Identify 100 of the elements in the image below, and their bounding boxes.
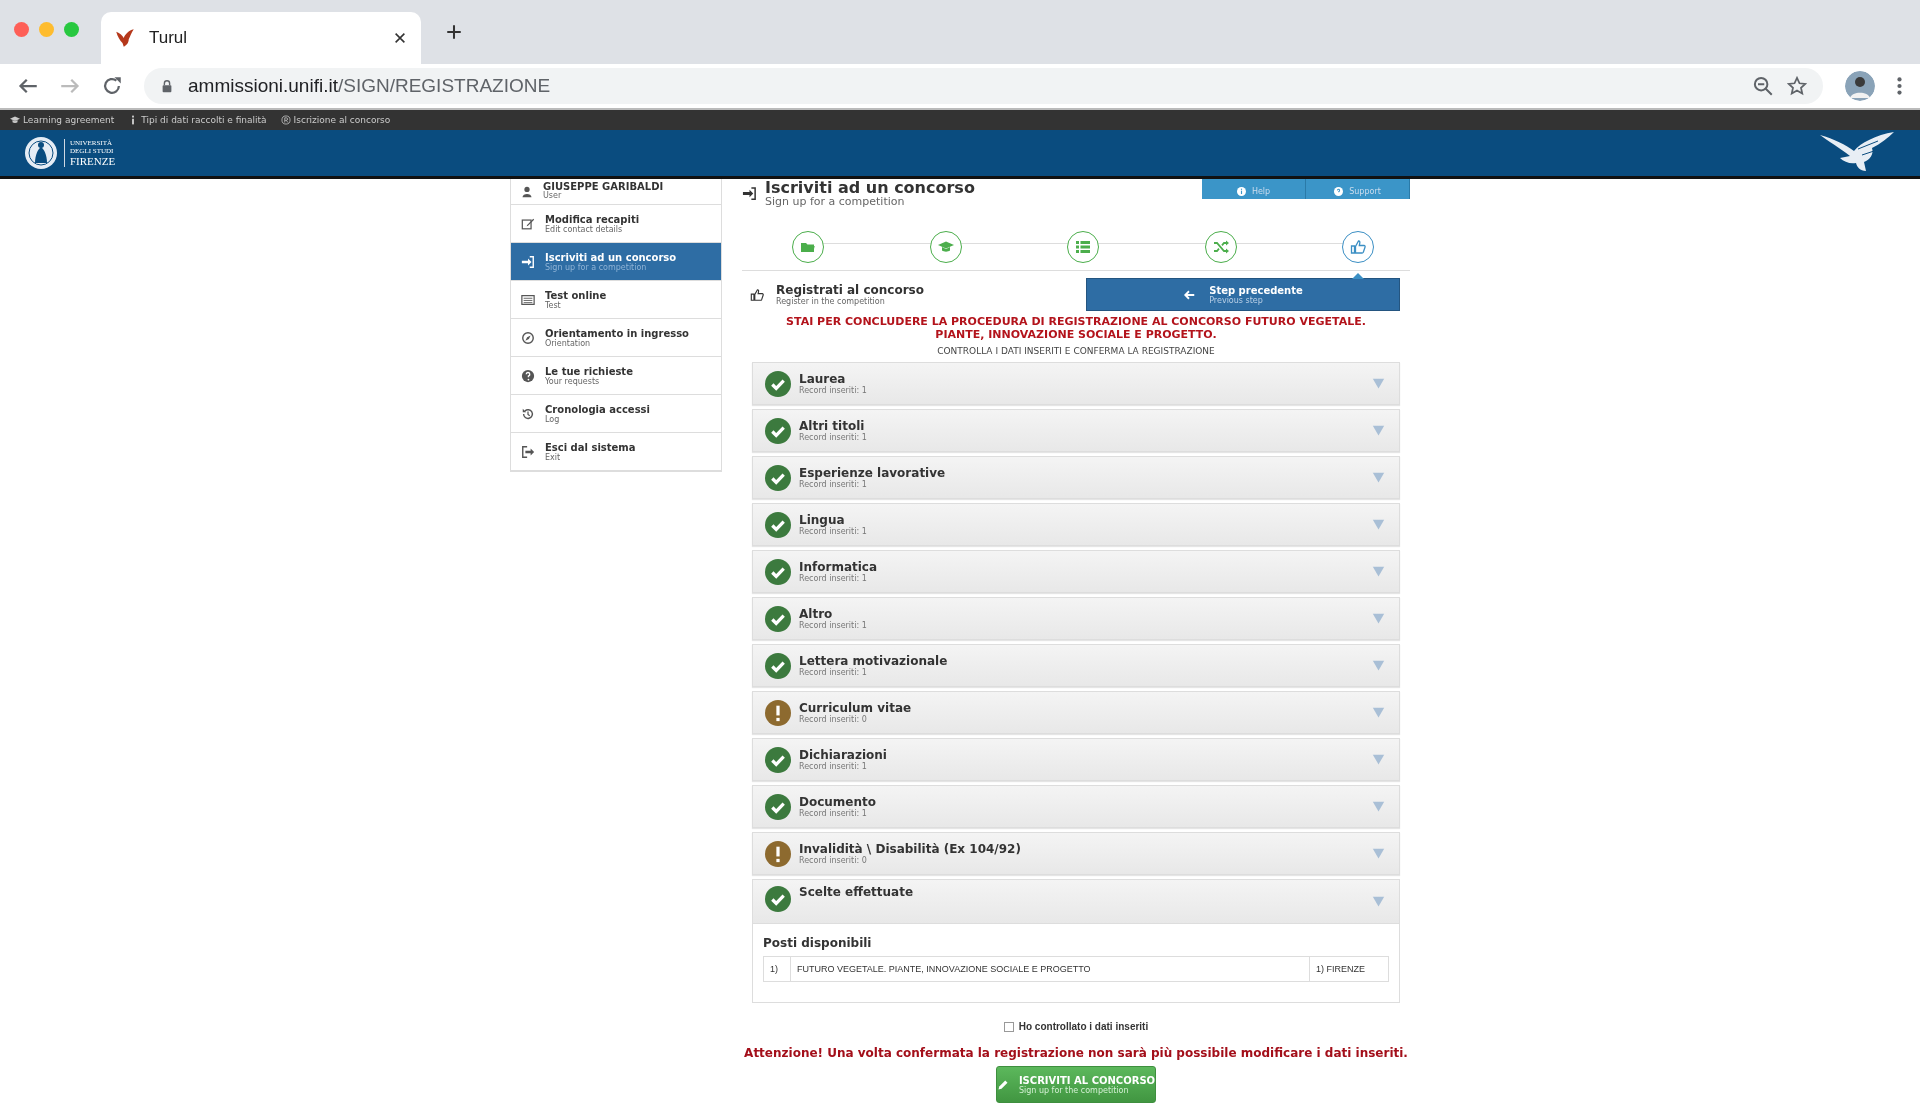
record-count: Record inseriti: 1 [799, 526, 868, 536]
check-circle-icon [765, 370, 791, 397]
record-count: Record inseriti: 0 [799, 714, 868, 724]
caret-icon [1372, 471, 1385, 484]
section-header[interactable]: Scelte effettuate [752, 879, 1400, 924]
section-title: Documento [799, 795, 878, 809]
compass-icon [521, 330, 535, 345]
section-title: Scelte effettuate [799, 886, 915, 899]
check-circle-icon [765, 511, 791, 538]
new-tab-icon [445, 23, 463, 41]
record-count: Record inseriti: 1 [799, 573, 868, 583]
url-text: ammissioni.unifi.it/SIGN/REGISTRAZIONE [188, 75, 552, 97]
panel-heading: Posti disponibili [763, 936, 873, 950]
caret-icon [1372, 424, 1385, 437]
wizard-step[interactable] [929, 230, 962, 263]
table-cell: 1) FIRENZE [1309, 956, 1389, 982]
sign-out-icon [521, 444, 535, 459]
wizard-step[interactable] [792, 230, 824, 263]
check-circle-icon [765, 605, 791, 632]
close-icon [393, 31, 407, 45]
wizard-step[interactable] [1342, 230, 1374, 263]
registered-icon [280, 115, 291, 125]
university-seal-icon [24, 135, 58, 171]
user-icon [521, 185, 533, 198]
lock-icon [160, 79, 174, 93]
more-icon[interactable] [1897, 77, 1902, 95]
list-icon [521, 292, 535, 307]
list-icon [1075, 238, 1091, 255]
section-header[interactable]: Altro Record inseriti: 1 [752, 597, 1400, 640]
record-count: Record inseriti: 1 [799, 385, 868, 395]
section-header[interactable]: Esperienze lavorative Record inseriti: 1 [752, 456, 1400, 499]
forward-icon [60, 76, 80, 96]
section-header[interactable]: Informatica Record inseriti: 1 [752, 550, 1400, 593]
profile-avatar[interactable] [1845, 71, 1875, 101]
top-link[interactable]: Tipi di dati raccolti e finalità [128, 115, 267, 125]
wizard-step[interactable] [1204, 230, 1237, 263]
history-icon [521, 406, 535, 421]
thumbs-up-icon [1350, 238, 1366, 255]
caret-icon [1372, 753, 1385, 766]
user-name: GIUSEPPE GARIBALDI [543, 183, 664, 191]
caret-icon [1372, 706, 1385, 719]
section-header[interactable]: Dichiarazioni Record inseriti: 1 [752, 738, 1400, 781]
section-title: Invalidità \ Disabilità (Ex 104/92) [799, 842, 1022, 856]
caret-icon [1372, 565, 1385, 578]
close-window-button[interactable] [14, 21, 29, 37]
reload-icon [102, 76, 122, 96]
warning-text: Attenzione! Una volta confermata la registrazione non sarà più possibile modificare i dati inseriti. [743, 1046, 1409, 1060]
section-header[interactable]: Invalidità \ Disabilità (Ex 104/92) Record inseriti: 0 [752, 832, 1400, 875]
check-circle-icon [765, 464, 791, 491]
record-count: Record inseriti: 1 [799, 808, 868, 818]
sidebar-item[interactable]: Iscriviti ad un concorso Sign up for a competition [511, 243, 721, 281]
wizard-step[interactable] [1067, 230, 1099, 263]
address-bar[interactable]: ammissioni.unifi.it/SIGN/REGISTRAZIONE [144, 68, 1823, 104]
section-title: Lingua [799, 513, 845, 527]
pencil-icon [996, 1078, 1009, 1091]
section-title: Esperienze lavorative [799, 466, 947, 480]
section-title: Lettera motivazionale [799, 654, 949, 668]
section-header[interactable]: Documento Record inseriti: 1 [752, 785, 1400, 828]
section-title: Dichiarazioni [799, 748, 888, 762]
section-subtitle: Register in the competition [776, 296, 886, 306]
page-subtitle: Sign up for a competition [765, 196, 906, 208]
section-title: Curriculum vitae [799, 701, 913, 715]
previous-step-button[interactable]: Step precedente Previous step [1086, 278, 1400, 311]
record-count: Record inseriti: 1 [799, 761, 868, 771]
check-circle-icon [765, 886, 791, 912]
instruction-text: CONTROLLA I DATI INSERITI E CONFERMA LA REGISTRAZIONE [936, 346, 1216, 356]
warning-circle-icon [765, 699, 791, 726]
shuffle-icon [1212, 238, 1229, 255]
section-header[interactable]: Laurea Record inseriti: 1 [752, 362, 1400, 405]
record-count: Record inseriti: 1 [799, 432, 868, 442]
browser-tab[interactable]: Turul [101, 12, 421, 64]
caret-icon [1372, 847, 1385, 860]
sign-in-icon [521, 254, 535, 269]
caret-icon [1372, 518, 1385, 531]
zoom-out-icon [1753, 76, 1773, 96]
confirm-checkbox[interactable]: Ho controllato i dati inseriti [742, 1021, 1410, 1032]
tab-title: Turul [149, 28, 189, 48]
check-circle-icon [765, 746, 791, 773]
check-circle-icon [765, 793, 791, 820]
section-header[interactable]: Lingua Record inseriti: 1 [752, 503, 1400, 546]
section-header[interactable]: Altri titoli Record inseriti: 1 [752, 409, 1400, 452]
section-title: Informatica [799, 560, 879, 574]
sign-in-icon [742, 186, 757, 201]
info-icon [1236, 187, 1246, 196]
section-title: Altri titoli [799, 419, 866, 433]
check-circle-icon [765, 558, 791, 585]
question-icon [1334, 187, 1344, 196]
back-icon [18, 76, 38, 96]
arrow-left-icon [1183, 288, 1196, 301]
caret-icon [1372, 377, 1385, 390]
section-title: Altro [799, 607, 834, 621]
maximize-window-button[interactable] [64, 21, 79, 37]
top-link[interactable]: Iscrizione al concorso [280, 115, 391, 125]
page-title: Iscriviti ad un concorso [765, 179, 975, 196]
check-circle-icon [765, 652, 791, 679]
section-header[interactable]: Curriculum vitae Record inseriti: 0 [752, 691, 1400, 734]
table-cell: FUTURO VEGETALE. PIANTE, INNOVAZIONE SOCIALE E PROGETTO [790, 956, 1310, 982]
notice-text: STAI PER CONCLUDERE LA PROCEDURA DI REGISTRAZIONE AL CONCORSO FUTURO VEGETALE. PIANTE, INNOVAZIONE SOCIALE E PROGETTO. [785, 314, 1367, 341]
section-header[interactable]: Lettera motivazionale Record inseriti: 1 [752, 644, 1400, 687]
top-link[interactable]: Learning agreement [10, 115, 115, 125]
